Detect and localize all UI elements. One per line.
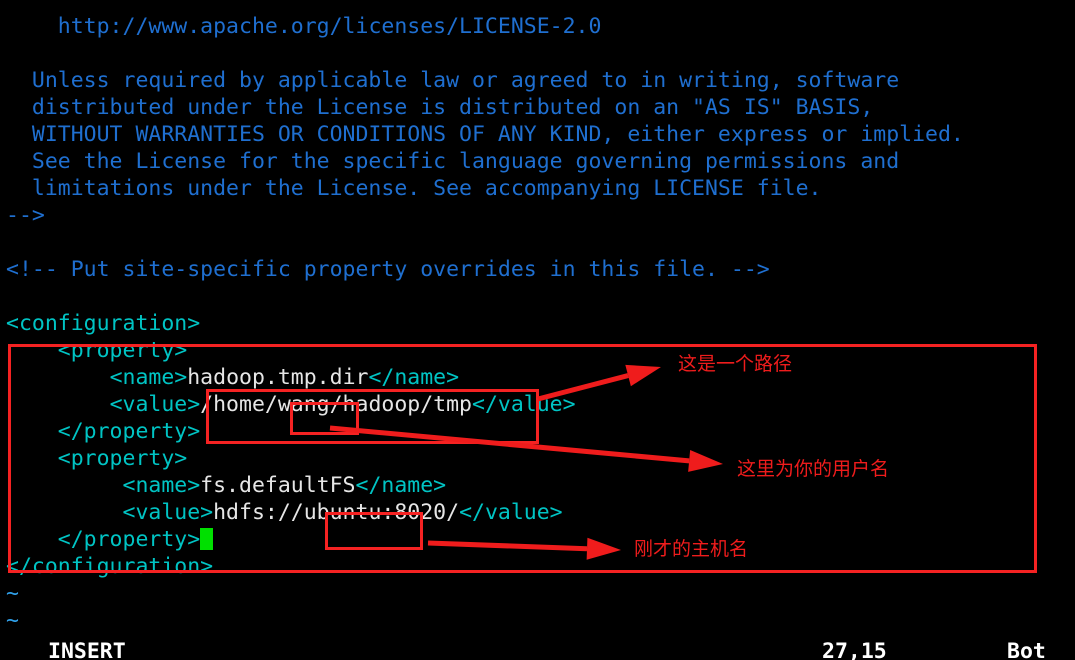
code-span-tag: <value>	[122, 500, 214, 525]
editor-line[interactable]: ~	[0, 580, 1075, 607]
editor-line[interactable]: Unless required by applicable law or agr…	[0, 67, 1075, 94]
path-note: 这是一个路径	[678, 353, 793, 375]
status-mode-indicator: INSERT	[48, 639, 126, 660]
editor-line[interactable]: <property>	[0, 337, 1075, 364]
code-span-tag: <name>	[122, 473, 201, 498]
vim-text-buffer[interactable]: http://www.apache.org/licenses/LICENSE-2…	[0, 13, 1075, 634]
code-span-comment: See the License for the specific languag…	[31, 149, 900, 174]
editor-line[interactable]: <name>fs.defaultFS</name>	[0, 472, 1075, 499]
terminal-window: http://www.apache.org/licenses/LICENSE-2…	[0, 0, 1075, 660]
code-span-tag: </property>	[57, 419, 201, 444]
editor-line[interactable]	[0, 40, 1075, 67]
code-span-comment: <!-- Put site-specific property override…	[6, 257, 770, 282]
code-span-text: /home/wang/hadoop/tmp	[200, 392, 472, 417]
code-span-comment: distributed under the License is distrib…	[31, 95, 874, 120]
editor-line[interactable]	[0, 229, 1075, 256]
editor-line[interactable]: <!-- Put site-specific property override…	[0, 256, 1075, 283]
editor-line[interactable]: </property>	[0, 418, 1075, 445]
editor-line[interactable]: See the License for the specific languag…	[0, 148, 1075, 175]
editor-line[interactable]: -->	[0, 202, 1075, 229]
code-span-text: hadoop.tmp.dir	[187, 365, 369, 390]
editor-line[interactable]: <value>/home/wang/hadoop/tmp</value>	[0, 391, 1075, 418]
code-span-comment: limitations under the License. See accom…	[31, 176, 822, 201]
editor-line[interactable]: <property>	[0, 445, 1075, 472]
hostname-note: 刚才的主机名	[634, 538, 749, 560]
code-span-tag: </name>	[355, 473, 447, 498]
editor-line[interactable]: limitations under the License. See accom…	[0, 175, 1075, 202]
code-span-comment: http://www.apache.org/licenses/LICENSE-2…	[57, 14, 602, 39]
code-span-tag: <value>	[109, 392, 201, 417]
code-span-tag: <configuration>	[6, 311, 201, 336]
editor-line[interactable]: WITHOUT WARRANTIES OR CONDITIONS OF ANY …	[0, 121, 1075, 148]
code-span-tilde: ~	[6, 581, 19, 606]
editor-line[interactable]	[0, 283, 1075, 310]
code-span-comment: Unless required by applicable law or agr…	[31, 68, 900, 93]
code-span-tag: </value>	[472, 392, 576, 417]
code-span-comment: -->	[6, 203, 45, 228]
vim-status-line: INSERT 27,15 Bot	[0, 638, 1075, 660]
code-span-tag: <name>	[109, 365, 188, 390]
editor-line[interactable]: </property>	[0, 526, 1075, 553]
editor-line[interactable]: <configuration>	[0, 310, 1075, 337]
code-span-tag: <property>	[57, 446, 188, 471]
editor-line[interactable]: <value>hdfs://ubuntu:8020/</value>	[0, 499, 1075, 526]
status-cursor-position: 27,15	[822, 639, 887, 660]
code-span-comment: WITHOUT WARRANTIES OR CONDITIONS OF ANY …	[31, 122, 964, 147]
code-span-tag: <property>	[57, 338, 188, 363]
username-note: 这里为你的用户名	[737, 458, 890, 480]
code-span-tilde: ~	[6, 608, 19, 633]
code-span-text: hdfs://ubuntu:8020/	[213, 500, 460, 525]
status-scroll-indicator: Bot	[1007, 639, 1046, 660]
editor-line[interactable]: ~	[0, 607, 1075, 634]
code-span-tag: </name>	[368, 365, 460, 390]
editor-line[interactable]: http://www.apache.org/licenses/LICENSE-2…	[0, 13, 1075, 40]
code-span-tag: </value>	[459, 500, 563, 525]
editor-line[interactable]: distributed under the License is distrib…	[0, 94, 1075, 121]
editor-line[interactable]: </configuration>	[0, 553, 1075, 580]
code-span-text: fs.defaultFS	[200, 473, 356, 498]
code-span-tag: </property>	[57, 527, 201, 552]
editor-line[interactable]: <name>hadoop.tmp.dir</name>	[0, 364, 1075, 391]
text-cursor	[200, 528, 214, 550]
code-span-tag: </configuration>	[6, 554, 214, 579]
